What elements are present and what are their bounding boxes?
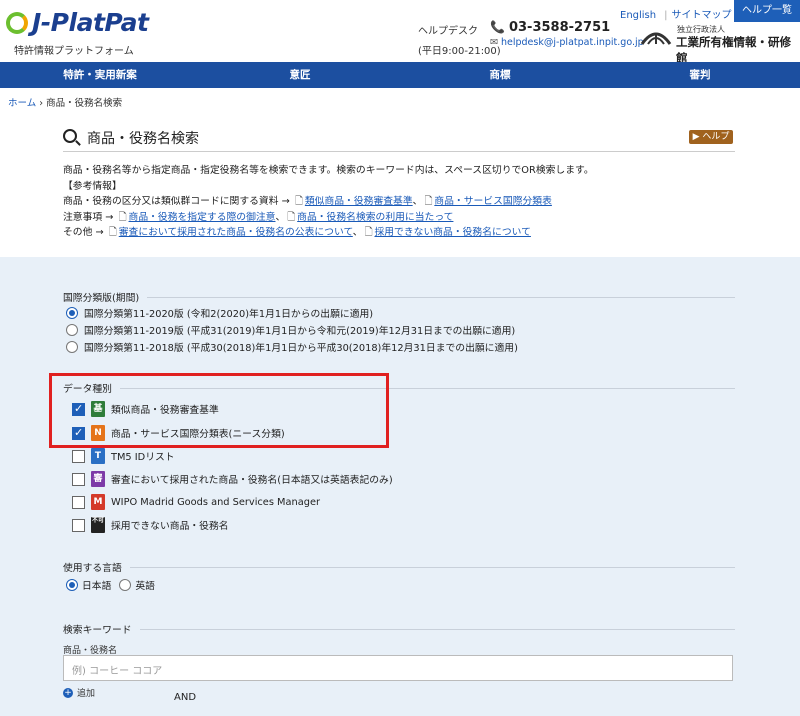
site-logo[interactable]: J-PlatPat (32, 8, 149, 37)
description-line: 商品・役務名等から指定商品・指定役務名等を検索できます。検索のキーワード内は、ス… (63, 165, 594, 176)
breadcrumb: ホーム › 商品・役務名検索 (8, 95, 122, 109)
similar-goods-standard-link[interactable]: 類似商品・役務審査基準 (305, 196, 413, 207)
site-header: J-PlatPat 特許情報プラットフォーム English | サイトマップ ヘル… (0, 0, 800, 65)
option-label: 採用できない商品・役務名 (111, 521, 229, 532)
nav-design[interactable]: 意匠 (200, 62, 400, 88)
radio-button[interactable] (66, 307, 78, 319)
data-type-option[interactable]: M WIPO Madrid Goods and Services Manager (72, 494, 320, 510)
data-type-option[interactable]: 不可 採用できない商品・役務名 (72, 517, 229, 533)
data-type-option[interactable]: 審 審査において採用された商品・役務名(日本語又は英語表記のみ) (72, 471, 393, 487)
help-button[interactable]: ▶ ヘルプ (689, 130, 733, 144)
option-label: TM5 IDリスト (111, 452, 175, 463)
nice-classification-link[interactable]: 商品・サービス国際分類表 (434, 196, 552, 207)
breadcrumb-home[interactable]: ホーム (8, 98, 36, 109)
rejected-names-link[interactable]: 採用できない商品・役務名について (374, 227, 530, 238)
data-type-option[interactable]: T TM5 IDリスト (72, 448, 175, 464)
english-link[interactable]: English (620, 10, 656, 21)
main-nav: 特許・実用新案 意匠 商標 審判 (0, 62, 800, 88)
usage-notes-link[interactable]: 商品・役務名検索の利用に当たって (297, 212, 453, 223)
page-title-row: 商品・役務名検索 ▶ ヘルプ (63, 128, 735, 152)
and-operator-label: AND (174, 692, 197, 703)
classification-option[interactable]: 国際分類第11-2018版 (平成30(2018)年1月1日から平成30(201… (66, 340, 518, 354)
classification-option[interactable]: 国際分類第11-2020版 (令和2(2020)年1月1日からの出願に適用) (66, 306, 373, 320)
keyword-input[interactable]: 例) コーヒー ココア (63, 655, 733, 681)
sitemap-link[interactable]: サイトマップ (671, 10, 731, 21)
option-label: 国際分類第11-2020版 (令和2(2020)年1月1日からの出願に適用) (84, 309, 374, 320)
help-list-button[interactable]: ヘルプ一覧 (734, 0, 800, 22)
document-icon: 🗋 (287, 211, 296, 223)
divider: | (664, 10, 668, 21)
helpdesk-info: ヘルプデスク (平日9:00-21:00) (418, 22, 501, 57)
divider (129, 566, 735, 568)
classification-option[interactable]: 国際分類第11-2019版 (平成31(2019)年1月1日から令和元(2019… (66, 323, 515, 337)
checkbox[interactable] (72, 518, 85, 532)
divider (139, 628, 735, 630)
option-label: 国際分類第11-2018版 (平成30(2018)年1月1日から平成30(201… (84, 343, 518, 354)
helpdesk-phone: 📞 03-3588-2751 (490, 20, 610, 35)
description-text: その他 → (63, 227, 104, 238)
top-links: English | サイトマップ (620, 6, 735, 21)
page-title: 商品・役務名検索 (87, 131, 199, 147)
document-icon: 🗋 (294, 196, 303, 207)
option-label: 国際分類第11-2019版 (平成31(2019)年1月1日から令和元(2019… (84, 326, 516, 337)
helpdesk-mail-link[interactable]: helpdesk@j-platpat.inpit.go.jp (501, 37, 644, 48)
highlight-box (49, 373, 389, 448)
tm5-icon: T (91, 448, 105, 464)
description-line: 【参考情報】 (63, 180, 122, 192)
checkbox[interactable] (72, 472, 85, 486)
rejected-names-icon: 不可 (91, 517, 105, 533)
breadcrumb-separator: › (39, 98, 44, 109)
document-icon: 🗋 (424, 196, 433, 207)
add-label: 追加 (77, 689, 96, 699)
description-text: 商品・役務の区分又は類似群コードに関する資料 → (63, 196, 290, 207)
section-title: 使用する言語 (63, 563, 122, 574)
plus-icon: + (63, 687, 73, 698)
add-keyword-button[interactable]: + 追加 (63, 686, 95, 699)
radio-japanese[interactable] (66, 579, 78, 591)
document-icon: 🗋 (108, 227, 117, 238)
designation-caution-link[interactable]: 商品・役務を指定する際の御注意 (129, 212, 276, 223)
phone-number: 03-3588-2751 (508, 20, 611, 35)
radio-english[interactable] (119, 579, 132, 591)
checkbox[interactable] (72, 495, 85, 509)
language-options: 日本語 英語 (66, 578, 163, 592)
breadcrumb-current: 商品・役務名検索 (46, 98, 123, 109)
adopted-names-icon: 審 (91, 471, 105, 487)
divider (147, 296, 735, 298)
nav-trademark[interactable]: 商標 (400, 62, 600, 88)
description-line: その他 → 🗋 審査において採用された商品・役務名の公表について、 🗋 採用できない商… (63, 227, 531, 238)
nav-patent[interactable]: 特許・実用新案 (0, 62, 200, 88)
madrid-icon: M (91, 494, 105, 510)
language-heading: 使用する言語 (63, 560, 735, 574)
inpit-logo-icon[interactable] (640, 24, 672, 48)
mail-icon: ✉ (490, 37, 498, 48)
classification-heading: 国際分類版(期間) (63, 290, 735, 304)
jplatpat-logo-icon[interactable] (6, 12, 28, 34)
option-label: 英語 (135, 581, 155, 592)
radio-button[interactable] (66, 341, 78, 353)
option-label: 日本語 (82, 581, 112, 592)
section-title: 国際分類版(期間) (63, 293, 140, 304)
page-description: 商品・役務名等から指定商品・指定役務名等を検索できます。検索のキーワード内は、ス… (63, 163, 753, 241)
nav-appeal[interactable]: 審判 (600, 62, 800, 88)
description-line: 注意事項 → 🗋 商品・役務を指定する際の御注意、 🗋 商品・役務名検索の利用に当たっ… (63, 211, 454, 223)
description-text: 注意事項 → (63, 211, 114, 223)
adopted-names-link[interactable]: 審査において採用された商品・役務名の公表について (119, 227, 353, 238)
keyword-heading: 検索キーワード (63, 622, 735, 636)
site-subtitle: 特許情報プラットフォーム (14, 46, 134, 57)
section-title: 検索キーワード (63, 625, 132, 636)
document-icon: 🗋 (364, 227, 373, 238)
option-label: 審査において採用された商品・役務名(日本語又は英語表記のみ) (111, 475, 393, 486)
description-line: 商品・役務の区分又は類似群コードに関する資料 → 🗋 類似商品・役務審査基準、 🗋 商… (63, 196, 552, 207)
phone-icon: 📞 (490, 20, 505, 34)
radio-button[interactable] (66, 324, 78, 336)
option-label: WIPO Madrid Goods and Services Manager (111, 496, 320, 508)
checkbox[interactable] (72, 449, 85, 463)
search-icon (63, 129, 77, 143)
helpdesk-hours: (平日9:00-21:00) (418, 46, 501, 57)
helpdesk-mail: ✉ helpdesk@j-platpat.inpit.go.jp (490, 37, 644, 48)
helpdesk-label: ヘルプデスク (418, 26, 478, 37)
document-icon: 🗋 (118, 211, 127, 223)
